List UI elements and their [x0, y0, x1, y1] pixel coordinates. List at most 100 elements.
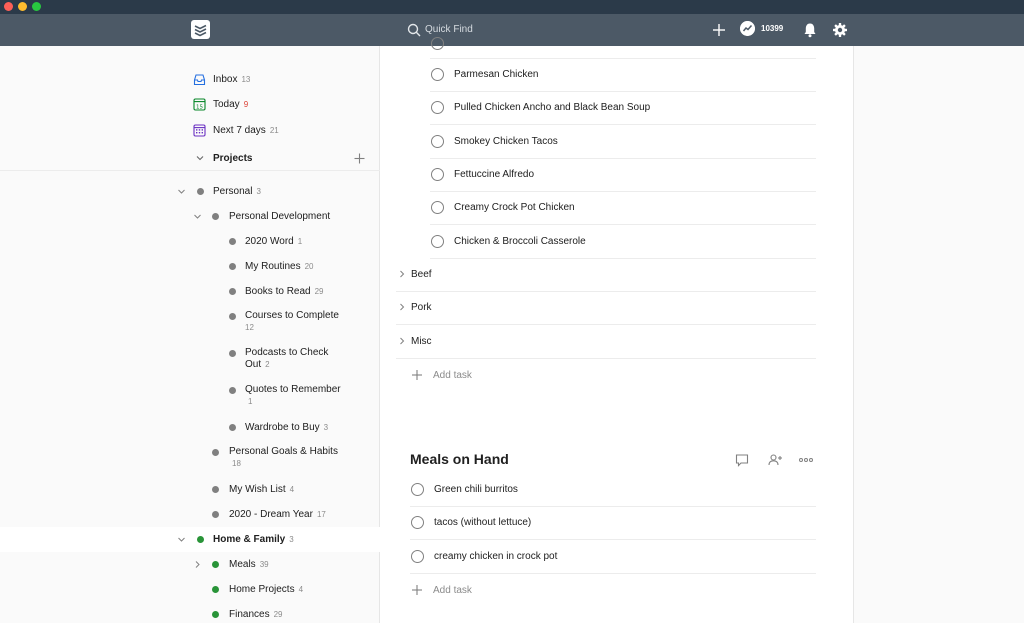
sidebar-project-meals[interactable]: Meals 39 [0, 552, 380, 577]
sidebar-item-inbox[interactable]: Inbox 13 [0, 69, 380, 91]
add-task-label: Add task [433, 370, 472, 381]
chevron-down-icon[interactable] [177, 187, 186, 196]
task-item[interactable]: Smokey Chicken Tacos [430, 126, 816, 159]
task-item[interactable]: creamy chicken in crock pot [410, 541, 816, 574]
task-item[interactable]: Pulled Chicken Ancho and Black Bean Soup [430, 92, 816, 125]
project-color-dot [212, 611, 219, 618]
quick-find-placeholder: Quick Find [425, 24, 473, 35]
project-color-dot [212, 511, 219, 518]
project-color-dot [212, 449, 219, 456]
item-count: 17 [316, 510, 326, 519]
sidebar-item-label: Today [213, 99, 240, 110]
sidebar-project-personal-development[interactable]: Personal Development [0, 204, 380, 229]
sidebar-project-home-family[interactable]: Home & Family 3 [0, 527, 380, 552]
project-color-dot [212, 486, 219, 493]
task-content: Pulled Chicken Ancho and Black Bean Soup [454, 102, 651, 113]
task-item[interactable]: tacos (without lettuce) [410, 507, 816, 540]
add-project-icon[interactable] [353, 152, 366, 165]
plus-icon [412, 370, 422, 380]
inbox-icon [193, 74, 206, 86]
today-calendar-icon: 15 [193, 98, 206, 111]
zoom-window-button[interactable] [32, 2, 41, 11]
bell-icon[interactable] [801, 21, 819, 39]
task-checkbox[interactable] [431, 235, 444, 248]
sidebar-project-personal-goals-habits[interactable]: Personal Goals & Habits 18 [0, 440, 380, 477]
sidebar-project-courses-to-complete[interactable]: Courses to Complete 12 [0, 304, 380, 341]
item-count: 20 [304, 262, 314, 271]
item-count: 3 [323, 423, 329, 432]
add-task-button[interactable]: Add task [410, 581, 610, 601]
sidebar-project-2020-dream-year[interactable]: 2020 - Dream Year 17 [0, 502, 380, 527]
chevron-down-icon[interactable] [177, 535, 186, 544]
task-checkbox[interactable] [431, 68, 444, 81]
task-checkbox[interactable] [431, 135, 444, 148]
task-item[interactable]: Creamy Crock Pot Chicken [430, 192, 816, 225]
sidebar-project-my-routines[interactable]: My Routines 20 [0, 254, 380, 279]
item-count: 18 [232, 459, 241, 468]
task-checkbox[interactable] [431, 168, 444, 181]
projects-header[interactable]: Projects [0, 147, 380, 171]
task-checkbox[interactable] [411, 550, 424, 563]
sidebar-project-books-to-read[interactable]: Books to Read 29 [0, 279, 380, 304]
chevron-right-icon[interactable] [193, 560, 202, 569]
project-color-dot [229, 387, 236, 394]
chevron-right-icon[interactable] [398, 337, 406, 345]
main-content: Parmesan Chicken Pulled Chicken Ancho an… [380, 37, 854, 623]
task-item[interactable]: Green chili burritos [410, 474, 816, 507]
project-label: Podcasts to Check Out [245, 347, 329, 370]
sidebar-project-home-projects[interactable]: Home Projects 4 [0, 577, 380, 602]
sidebar-project-2020-word[interactable]: 2020 Word 1 [0, 229, 380, 254]
karma-count: 10399 [761, 24, 784, 33]
project-label: Books to Read [245, 286, 311, 297]
sidebar-project-finances[interactable]: Finances 29 [0, 602, 380, 623]
upcoming-calendar-icon [193, 124, 206, 137]
task-checkbox[interactable] [411, 516, 424, 529]
item-count: 21 [269, 126, 279, 135]
share-person-icon[interactable] [767, 452, 783, 468]
sidebar-project-wardrobe-to-buy[interactable]: Wardrobe to Buy 3 [0, 415, 380, 440]
task-item[interactable]: Parmesan Chicken [430, 59, 816, 92]
task-checkbox[interactable] [431, 37, 444, 50]
task-checkbox[interactable] [411, 483, 424, 496]
comment-icon[interactable] [734, 452, 750, 468]
subsection-beef[interactable]: Beef [396, 259, 816, 292]
chevron-down-icon[interactable] [195, 153, 205, 163]
task-checkbox[interactable] [431, 101, 444, 114]
close-window-button[interactable] [4, 2, 13, 11]
add-task-button[interactable]: Add task [410, 366, 610, 386]
task-item[interactable]: Fettuccine Alfredo [430, 159, 816, 192]
minimize-window-button[interactable] [18, 2, 27, 11]
gear-icon[interactable] [831, 21, 849, 39]
item-count: 3 [289, 535, 294, 544]
project-color-dot [229, 350, 236, 357]
task-checkbox[interactable] [431, 201, 444, 214]
subsection-label: Pork [411, 302, 432, 313]
subsection-pork[interactable]: Pork [396, 292, 816, 325]
project-label: Meals [229, 559, 256, 570]
item-count: 29 [314, 287, 324, 296]
more-options-icon[interactable] [798, 452, 814, 468]
task-content: Chicken & Broccoli Casserole [454, 236, 586, 247]
task-content: Fettuccine Alfredo [454, 169, 535, 180]
todoist-logo-icon[interactable] [191, 20, 210, 39]
chevron-right-icon[interactable] [398, 303, 406, 311]
chevron-right-icon[interactable] [398, 270, 406, 278]
item-count: 1 [248, 397, 253, 406]
sidebar-project-podcasts-to-check-out[interactable]: Podcasts to Check Out 2 [0, 341, 380, 378]
project-label: Home Projects [229, 584, 295, 595]
sidebar-item-label: Inbox [213, 74, 238, 85]
item-count: 4 [289, 485, 295, 494]
chevron-down-icon[interactable] [193, 212, 202, 221]
task-content: creamy chicken in crock pot [434, 551, 558, 562]
subsection-misc[interactable]: Misc [396, 326, 816, 359]
sidebar-project-quotes-to-remember[interactable]: Quotes to Remember 1 [0, 378, 380, 415]
add-icon[interactable] [710, 21, 728, 39]
sidebar-item-next-7-days[interactable]: Next 7 days 21 [0, 120, 380, 142]
sidebar-project-my-wish-list[interactable]: My Wish List 4 [0, 477, 380, 502]
sidebar-project-personal[interactable]: Personal 3 [0, 179, 380, 204]
sidebar-item-today[interactable]: 15 Today 9 [0, 94, 380, 116]
karma-icon [740, 21, 755, 36]
item-count: 29 [273, 610, 283, 619]
task-item[interactable]: Chicken & Broccoli Casserole [430, 226, 816, 259]
item-count: 9 [243, 100, 249, 109]
